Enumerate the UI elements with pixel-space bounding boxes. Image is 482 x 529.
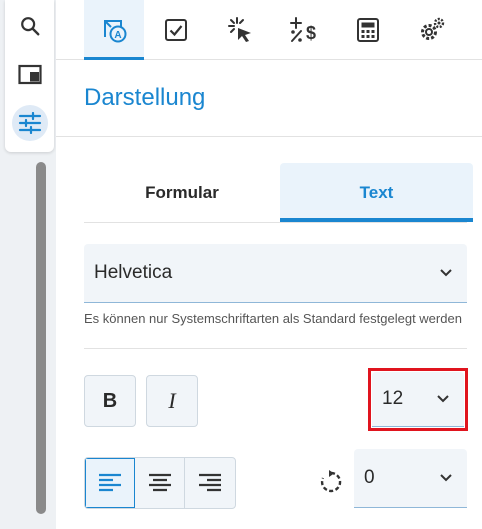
tab-calculation[interactable]: $ xyxy=(274,0,334,60)
tab-checkbox[interactable] xyxy=(146,0,206,60)
hint-divider xyxy=(84,348,467,349)
align-left-button[interactable] xyxy=(85,458,135,508)
align-right-icon xyxy=(199,473,221,492)
tab-settings[interactable] xyxy=(402,0,462,60)
svg-text:A: A xyxy=(114,30,121,41)
tab-text[interactable]: Text xyxy=(280,163,473,222)
panel-icon xyxy=(18,64,42,85)
tab-actions[interactable] xyxy=(210,0,270,60)
checkbox-icon xyxy=(165,19,187,41)
chevron-down-icon xyxy=(440,474,452,482)
font-family-select[interactable]: Helvetica xyxy=(84,244,467,303)
calculator-icon xyxy=(357,18,379,42)
properties-panel: A $ Darstellung Formular Text Helvetica … xyxy=(56,0,482,529)
rotate-icon xyxy=(320,470,342,493)
italic-button[interactable]: I xyxy=(146,375,198,427)
mode-tabs-divider xyxy=(84,222,467,223)
tab-calculator[interactable] xyxy=(338,0,398,60)
align-center-icon xyxy=(148,473,171,492)
rail-scrollbar[interactable] xyxy=(36,162,46,514)
panel-button[interactable] xyxy=(12,57,48,93)
text-align-group xyxy=(84,457,236,509)
align-center-button[interactable] xyxy=(135,458,185,508)
section-divider xyxy=(56,136,482,137)
gears-icon xyxy=(421,17,445,40)
rail-toolbar xyxy=(5,0,54,152)
rotation-value: 0 xyxy=(364,467,375,488)
search-icon xyxy=(21,17,40,36)
sliders-icon xyxy=(18,112,42,134)
search-button[interactable] xyxy=(12,8,48,44)
toolbar-tabs: A $ xyxy=(56,0,482,60)
chevron-down-icon xyxy=(440,269,452,277)
cursor-click-icon xyxy=(228,17,251,42)
svg-text:$: $ xyxy=(306,23,316,43)
sliders-button[interactable] xyxy=(12,105,48,141)
font-size-highlight xyxy=(368,368,468,431)
tab-text-style[interactable]: A xyxy=(84,0,144,60)
rotation-select[interactable]: 0 xyxy=(354,449,467,508)
font-hint-text: Es können nur Systemschriftarten als Sta… xyxy=(84,311,462,326)
text-style-icon: A xyxy=(104,20,127,43)
side-rail xyxy=(0,0,56,529)
bold-button[interactable]: B xyxy=(84,375,136,427)
font-family-value: Helvetica xyxy=(94,262,173,283)
section-title: Darstellung xyxy=(84,84,206,111)
align-left-icon xyxy=(98,473,121,492)
tab-formular[interactable]: Formular xyxy=(84,163,280,222)
calculation-icon: $ xyxy=(290,17,316,43)
align-right-button[interactable] xyxy=(185,458,235,508)
